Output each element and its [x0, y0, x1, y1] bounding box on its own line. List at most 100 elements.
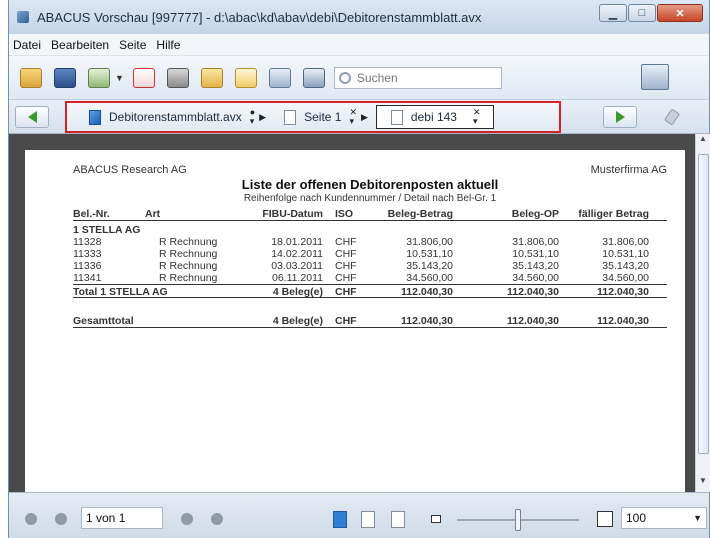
company-right: Musterfirma AG [590, 164, 667, 176]
page-icon [390, 109, 403, 125]
table-header: Bel.-Nr. Art FIBU-Datum ISO Beleg-Betrag… [73, 207, 667, 221]
layout-button[interactable] [641, 64, 669, 90]
table-row: 11333 R Rechnung 14.02.2011 CHF 10.531,1… [73, 248, 667, 260]
status-bar: 100 ▼ [9, 492, 709, 538]
total-betrag: 112.040,30 [401, 286, 453, 298]
report-subtitle: Reihenfolge nach Kundennummer / Detail n… [243, 193, 497, 204]
zoom-in-icon[interactable] [597, 511, 613, 527]
zoom-select[interactable]: 100 ▼ [621, 507, 707, 529]
zoom-slider-thumb[interactable] [515, 509, 521, 531]
page-input[interactable] [81, 507, 163, 529]
window-controls: ▁ □ ✕ [598, 4, 703, 22]
pin-button[interactable] [655, 106, 689, 128]
group-total-row: Total 1 STELLA AG 4 Beleg(e) CHF 112.040… [73, 284, 667, 298]
menu-seite[interactable]: Seite [119, 38, 146, 52]
grand-total-row: Gesamttotal 4 Beleg(e) CHF 112.040,30 11… [73, 314, 667, 328]
tab-close-spin[interactable]: ✕ ▾ [473, 108, 481, 126]
search-box [333, 66, 502, 89]
prev-page-icon[interactable] [55, 513, 67, 525]
pdf-button[interactable] [130, 64, 158, 92]
report-header: ABACUS Research AG Musterfirma AG [73, 164, 667, 176]
single-page-view-icon[interactable] [333, 511, 347, 528]
cell-art: R Rechnung [159, 272, 218, 284]
close-button[interactable]: ✕ [657, 4, 703, 22]
cell-art: R Rechnung [159, 260, 218, 272]
scroll-thumb[interactable] [698, 154, 709, 454]
cell-faellig: 35.143,20 [602, 260, 649, 272]
tab-close-spin[interactable]: ✕ ▾ [349, 108, 357, 126]
tab-spin[interactable]: ● ▾ [250, 108, 255, 126]
window-title: ABACUS Vorschau [997777] - d:\abac\kd\ab… [37, 9, 482, 25]
tab-seite-1[interactable]: Seite 1 ✕ ▾ ▶ [280, 105, 372, 129]
grand-label: Gesamttotal [73, 315, 134, 327]
group-title: 1 STELLA AG [73, 224, 667, 236]
multi-page-view-icon[interactable] [391, 511, 405, 528]
minimize-button[interactable]: ▁ [599, 4, 627, 22]
cell-iso: CHF [335, 236, 357, 248]
zoom-out-icon[interactable] [431, 515, 441, 523]
folder-button[interactable] [198, 64, 226, 92]
cell-art: R Rechnung [159, 236, 218, 248]
scroll-down-icon[interactable]: ▼ [696, 476, 710, 490]
tab-next-icon[interactable]: ▶ [361, 112, 368, 123]
tab-debitorenstammblatt[interactable]: Debitorenstammblatt.avx ● ▾ ▶ [85, 105, 270, 129]
group-label: 1 STELLA AG [73, 224, 141, 236]
cell-betrag: 10.531,10 [406, 248, 453, 260]
two-page-view-icon[interactable] [361, 511, 375, 528]
next-page-icon[interactable] [181, 513, 193, 525]
search-input[interactable] [356, 70, 487, 85]
cell-op: 34.560,00 [512, 272, 559, 284]
col-iso: ISO [335, 208, 354, 220]
cell-faellig: 31.806,00 [602, 236, 649, 248]
page-icon [284, 109, 297, 125]
cell-iso: CHF [335, 272, 357, 284]
table-row: 11341 R Rechnung 06.11.2011 CHF 34.560,0… [73, 272, 667, 284]
tab-debi-143[interactable]: debi 143 ✕ ▾ [375, 105, 494, 129]
forward-button[interactable] [603, 106, 637, 128]
app-icon [17, 11, 29, 23]
total-faellig: 112.040,30 [597, 286, 649, 298]
save-icon [54, 67, 76, 88]
last-page-icon[interactable] [211, 513, 223, 525]
cell-faellig: 34.560,00 [602, 272, 649, 284]
total-label: Total 1 STELLA AG [73, 286, 168, 298]
cell-op: 35.143,20 [512, 260, 559, 272]
folder-icon [200, 67, 223, 88]
grand-op: 112.040,30 [507, 315, 559, 327]
chevron-down-icon[interactable]: ▼ [115, 73, 124, 83]
first-page-icon[interactable] [25, 513, 37, 525]
zoom-value: 100 [626, 511, 647, 525]
print-button[interactable] [164, 64, 192, 92]
grand-betrag: 112.040,30 [401, 315, 453, 327]
back-button[interactable] [15, 106, 49, 128]
total-op: 112.040,30 [507, 286, 559, 298]
cell-betrag: 31.806,00 [406, 236, 453, 248]
grand-count: 4 Beleg(e) [272, 315, 323, 327]
tab-next-icon[interactable]: ▶ [259, 112, 266, 123]
screen-button[interactable] [85, 64, 113, 92]
company-left: ABACUS Research AG [73, 164, 187, 176]
scroll-up-icon[interactable]: ▲ [696, 134, 710, 148]
arrow-right-icon [615, 111, 625, 123]
menu-hilfe[interactable]: Hilfe [156, 38, 180, 52]
menu-datei[interactable]: Datei [13, 38, 41, 52]
vertical-scrollbar[interactable]: ▲ ▼ [695, 134, 710, 492]
report-title: Liste der offenen Debitorenposten aktuel… [241, 177, 499, 192]
open-button[interactable] [17, 64, 45, 92]
save-button[interactable] [51, 64, 79, 92]
tab-label: Debitorenstammblatt.avx [109, 110, 242, 124]
grand-iso: CHF [335, 315, 357, 327]
document-tabs: Debitorenstammblatt.avx ● ▾ ▶ Seite 1 ✕ ▾ … [65, 101, 561, 133]
tab-strip: Debitorenstammblatt.avx ● ▾ ▶ Seite 1 ✕ ▾ … [9, 100, 709, 134]
menu-bearbeiten[interactable]: Bearbeiten [51, 38, 109, 52]
title-bar: ABACUS Vorschau [997777] - d:\abac\kd\ab… [9, 0, 709, 34]
cell-nr: 11328 [73, 236, 102, 248]
col-beleg-op: Beleg-OP [511, 208, 559, 220]
preview-button[interactable] [266, 64, 294, 92]
edit-button[interactable] [232, 64, 260, 92]
table-row: 11328 R Rechnung 18.01.2011 CHF 31.806,0… [73, 236, 667, 248]
user-button[interactable] [300, 64, 328, 92]
maximize-button[interactable]: □ [628, 4, 656, 22]
chevron-down-icon[interactable]: ▼ [693, 508, 702, 528]
grand-faellig: 112.040,30 [597, 315, 649, 327]
